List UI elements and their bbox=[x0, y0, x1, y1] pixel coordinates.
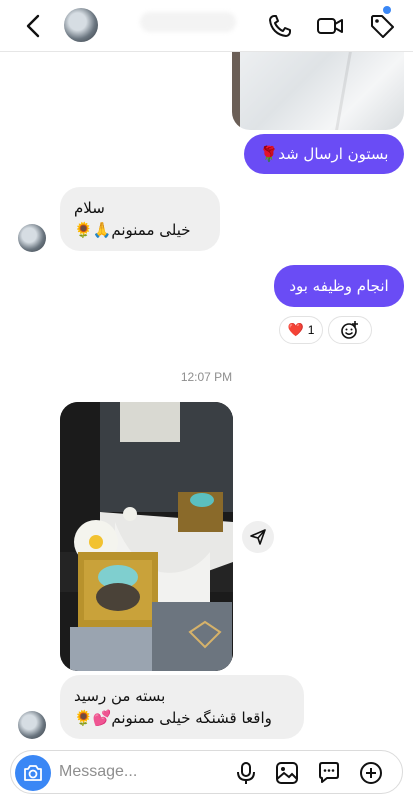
tag-icon[interactable] bbox=[368, 12, 396, 40]
message-text: بستون ارسال شد🌹 bbox=[259, 145, 389, 163]
chat-header bbox=[0, 0, 413, 52]
sender-avatar[interactable] bbox=[18, 224, 46, 252]
contact-name-redacted bbox=[140, 12, 236, 32]
back-arrow-icon[interactable] bbox=[22, 12, 46, 40]
timestamp: 12:07 PM bbox=[180, 370, 233, 384]
sender-avatar[interactable] bbox=[18, 711, 46, 739]
camera-icon bbox=[24, 765, 42, 781]
share-icon bbox=[250, 529, 266, 545]
message-line: واقعا قشنگه خیلی ممنونم💕🌻 bbox=[74, 709, 272, 727]
video-camera-icon[interactable] bbox=[316, 12, 344, 40]
notification-dot bbox=[383, 6, 391, 14]
microphone-icon[interactable] bbox=[233, 760, 259, 786]
plus-icon[interactable] bbox=[358, 760, 384, 786]
message-line: بسته من رسید bbox=[74, 687, 166, 705]
phone-icon[interactable] bbox=[266, 12, 294, 40]
add-reaction-button[interactable] bbox=[328, 316, 372, 344]
outgoing-message[interactable]: بستون ارسال شد🌹 bbox=[244, 134, 404, 174]
outgoing-message[interactable]: انجام وظیفه بود bbox=[274, 265, 404, 307]
share-button[interactable] bbox=[242, 521, 274, 553]
add-reaction-icon bbox=[341, 321, 358, 339]
message-text: انجام وظیفه بود bbox=[289, 277, 389, 295]
photo-message-top[interactable] bbox=[232, 52, 404, 130]
message-line: سلام bbox=[74, 199, 105, 217]
incoming-message[interactable]: سلام خیلی ممنونم🙏🌻 bbox=[60, 187, 220, 251]
camera-button[interactable] bbox=[15, 755, 51, 791]
message-input[interactable] bbox=[59, 757, 219, 787]
heart-reaction-icon: ❤️ bbox=[287, 322, 304, 338]
incoming-message[interactable]: بسته من رسید واقعا قشنگه خیلی ممنونم💕🌻 bbox=[60, 675, 304, 739]
photo-message[interactable] bbox=[60, 402, 233, 671]
gallery-icon[interactable] bbox=[274, 760, 300, 786]
reaction-count: 1 bbox=[307, 323, 315, 337]
message-line: خیلی ممنونم🙏🌻 bbox=[74, 221, 191, 239]
sticker-icon[interactable] bbox=[316, 760, 342, 786]
contact-avatar[interactable] bbox=[64, 8, 98, 42]
reaction-pill[interactable]: ❤️ 1 bbox=[279, 316, 323, 344]
message-composer bbox=[10, 750, 403, 794]
